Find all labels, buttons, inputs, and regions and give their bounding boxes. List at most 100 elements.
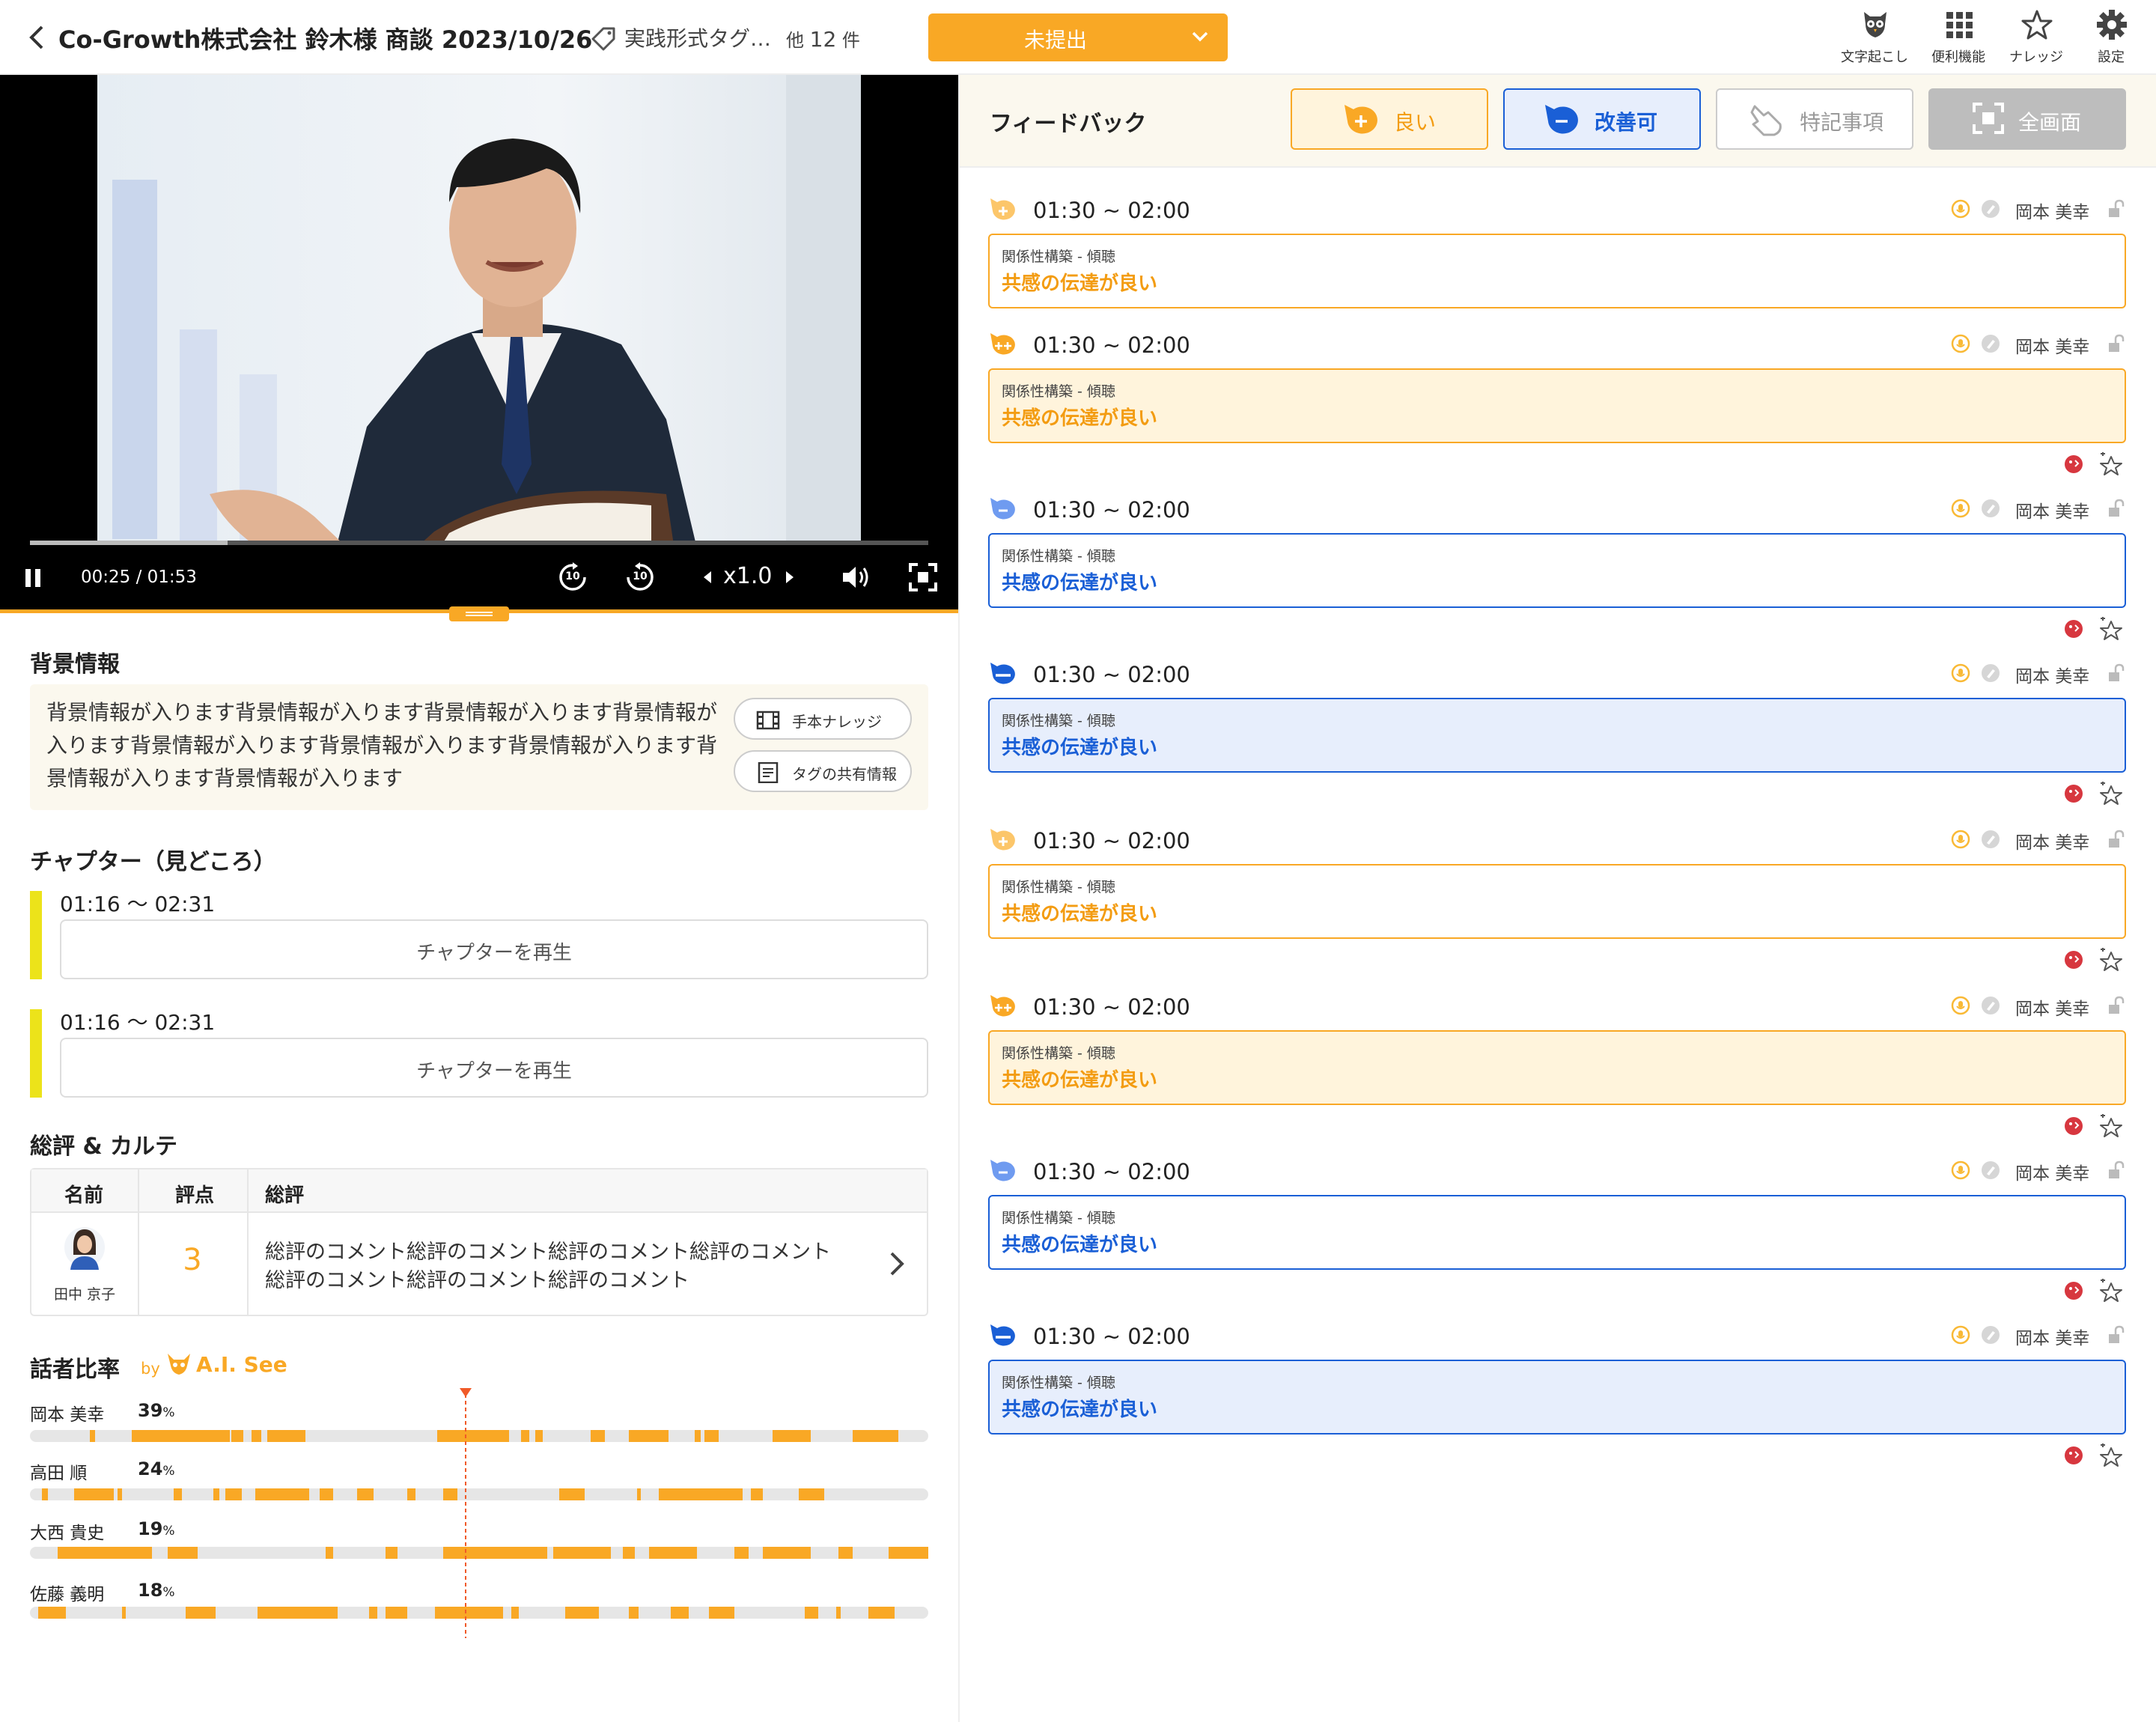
settings-button[interactable]: 設定 [2074, 9, 2149, 67]
speaking-segment [267, 1430, 305, 1442]
lock-icon[interactable] [2107, 334, 2126, 353]
play-chapter-button[interactable]: チャプターを再生 [60, 1038, 928, 1098]
speaker-timeline[interactable] [30, 1430, 928, 1442]
knowledge-button[interactable]: ナレッジ [1999, 9, 2074, 67]
add-star-icon[interactable] [2099, 1279, 2125, 1303]
add-star-icon[interactable] [2099, 617, 2125, 641]
feedback-item[interactable]: 01:30 ~ 02:00 岡本 美幸 関係性構築 - 傾聴 共感の伝達が良い [988, 196, 2126, 346]
lock-icon[interactable] [2107, 499, 2126, 518]
speaker-name: 高田 順 [30, 1464, 88, 1483]
reaction-icon[interactable] [2063, 1116, 2084, 1137]
edit-icon[interactable] [1981, 1325, 2000, 1345]
lock-icon[interactable] [2107, 663, 2126, 683]
improve-button[interactable]: 改善可 [1503, 88, 1701, 150]
play-chapter-button[interactable]: チャプターを再生 [60, 919, 928, 979]
pause-icon[interactable] [22, 568, 45, 588]
feedback-card[interactable]: 関係性構築 - 傾聴 共感の伝達が良い [988, 1195, 2126, 1270]
feedback-time: 01:30 ~ 02:00 [1033, 828, 1190, 854]
lock-icon[interactable] [2107, 830, 2126, 849]
lock-icon[interactable] [2107, 199, 2126, 219]
feedback-card[interactable]: 関係性構築 - 傾聴 共感の伝達が良い [988, 368, 2126, 443]
good-button[interactable]: 良い [1291, 88, 1488, 150]
feedback-item[interactable]: 01:30 ~ 02:00 岡本 美幸 関係性構築 - 傾聴 共感の伝達が良い [988, 496, 2126, 645]
speaker-timeline[interactable] [30, 1488, 928, 1500]
speed-down-icon[interactable] [702, 571, 713, 584]
feedback-card[interactable]: 関係性構築 - 傾聴 共感の伝達が良い [988, 1030, 2126, 1105]
rewind-10-button[interactable]: 10 [557, 562, 588, 593]
feedback-item[interactable]: 01:30 ~ 02:00 岡本 美幸 関係性構築 - 傾聴 共感の伝達が良い [988, 1322, 2126, 1472]
lock-icon[interactable] [2107, 996, 2126, 1015]
reaction-icon[interactable] [2063, 783, 2084, 804]
chevron-right-icon[interactable] [888, 1250, 906, 1277]
feedback-author: 岡本 美幸 [2015, 667, 2090, 687]
lock-icon[interactable] [2107, 1325, 2126, 1345]
transcript-button[interactable]: 文字起こし [1837, 9, 1912, 67]
feedback-text: 共感の伝達が良い [1002, 737, 1158, 759]
feedback-card[interactable]: 関係性構築 - 傾聴 共感の伝達が良い [988, 1360, 2126, 1435]
add-star-icon[interactable] [2099, 1114, 2125, 1138]
speaker-timeline[interactable] [30, 1547, 928, 1559]
edit-icon[interactable] [1981, 1160, 2000, 1180]
status-dropdown[interactable]: 未提出 [928, 13, 1228, 61]
speaking-segment [750, 1488, 763, 1500]
speed-up-icon[interactable] [785, 571, 795, 584]
reaction-icon[interactable] [2063, 454, 2084, 475]
feedback-item[interactable]: 01:30 ~ 02:00 岡本 美幸 関係性構築 - 傾聴 共感の伝達が良い [988, 827, 2126, 976]
chapter-marker [30, 1009, 42, 1098]
reaction-icon[interactable] [2063, 1445, 2084, 1466]
feedback-item[interactable]: 01:30 ~ 02:00 岡本 美幸 関係性構築 - 傾聴 共感の伝達が良い [988, 660, 2126, 810]
tag-icon[interactable] [588, 22, 618, 52]
speaking-segment [325, 1547, 334, 1559]
ai-badge-icon [1951, 1325, 1970, 1345]
add-star-icon[interactable] [2099, 948, 2125, 972]
tool-label: 文字起こし [1841, 49, 1908, 65]
tag-count[interactable]: 他 12 件 [786, 25, 860, 52]
video-player[interactable]: 00:25 / 01:53 10 10 x1.0 [0, 75, 958, 609]
feedback-item[interactable]: 01:30 ~ 02:00 岡本 美幸 関係性構築 - 傾聴 共感の伝達が良い [988, 993, 2126, 1143]
speaker-timeline[interactable] [30, 1607, 928, 1619]
feedback-author: 岡本 美幸 [2015, 502, 2090, 522]
resize-handle[interactable] [449, 606, 509, 621]
back-arrow-icon[interactable] [25, 22, 48, 52]
edit-icon[interactable] [1981, 199, 2000, 219]
edit-icon[interactable] [1981, 334, 2000, 353]
speaking-segment [708, 1607, 735, 1619]
utilities-button[interactable]: 便利機能 [1921, 9, 1996, 67]
forward-label: 10 [633, 571, 648, 582]
speaking-segment [407, 1488, 415, 1500]
edit-icon[interactable] [1981, 499, 2000, 518]
feedback-card[interactable]: 関係性構築 - 傾聴 共感の伝達が良い [988, 234, 2126, 308]
speaking-segment [511, 1607, 520, 1619]
edit-icon[interactable] [1981, 830, 2000, 849]
special-note-button[interactable]: 特記事項 [1716, 88, 1913, 150]
add-star-icon[interactable] [2099, 782, 2125, 806]
tag-label[interactable]: 実践形式タグ… [624, 22, 771, 52]
feedback-card[interactable]: 関係性構築 - 傾聴 共感の伝達が良い [988, 864, 2126, 939]
edit-icon[interactable] [1981, 663, 2000, 683]
table-row[interactable]: 田中 京子 3 総評のコメント総評のコメント総評のコメント総評のコメント 総評の… [31, 1213, 927, 1315]
reaction-icon[interactable] [2063, 1280, 2084, 1301]
feedback-item[interactable]: 01:30 ~ 02:00 岡本 美幸 関係性構築 - 傾聴 共感の伝達が良い [988, 1157, 2126, 1307]
tag-share-button[interactable]: タグの共有情報 [734, 750, 912, 792]
speaker-percent-value: 39 [138, 1400, 163, 1421]
feedback-item[interactable]: 01:30 ~ 02:00 岡本 美幸 関係性構築 - 傾聴 共感の伝達が良い [988, 331, 2126, 481]
reaction-icon[interactable] [2063, 949, 2084, 970]
fullscreen-icon[interactable] [909, 563, 937, 591]
feedback-card[interactable]: 関係性構築 - 傾聴 共感の伝達が良い [988, 533, 2126, 608]
feedback-category: 関係性構築 - 傾聴 [1002, 1210, 1115, 1226]
model-knowledge-button[interactable]: 手本ナレッジ [734, 698, 912, 740]
edit-icon[interactable] [1981, 996, 2000, 1015]
add-star-icon[interactable] [2099, 452, 2125, 476]
add-star-icon[interactable] [2099, 1443, 2125, 1467]
volume-icon[interactable] [841, 565, 871, 590]
lock-icon[interactable] [2107, 1160, 2126, 1180]
feedback-card[interactable]: 関係性構築 - 傾聴 共感の伝達が良い [988, 698, 2126, 773]
forward-10-button[interactable]: 10 [624, 562, 656, 593]
speaking-segment [186, 1607, 216, 1619]
by-label: by [141, 1360, 160, 1378]
fullscreen-button[interactable]: 全画面 [1928, 88, 2126, 150]
feedback-text: 共感の伝達が良い [1002, 572, 1158, 594]
chapter-marker [30, 891, 42, 979]
reaction-icon[interactable] [2063, 618, 2084, 639]
speaking-segment [671, 1607, 689, 1619]
